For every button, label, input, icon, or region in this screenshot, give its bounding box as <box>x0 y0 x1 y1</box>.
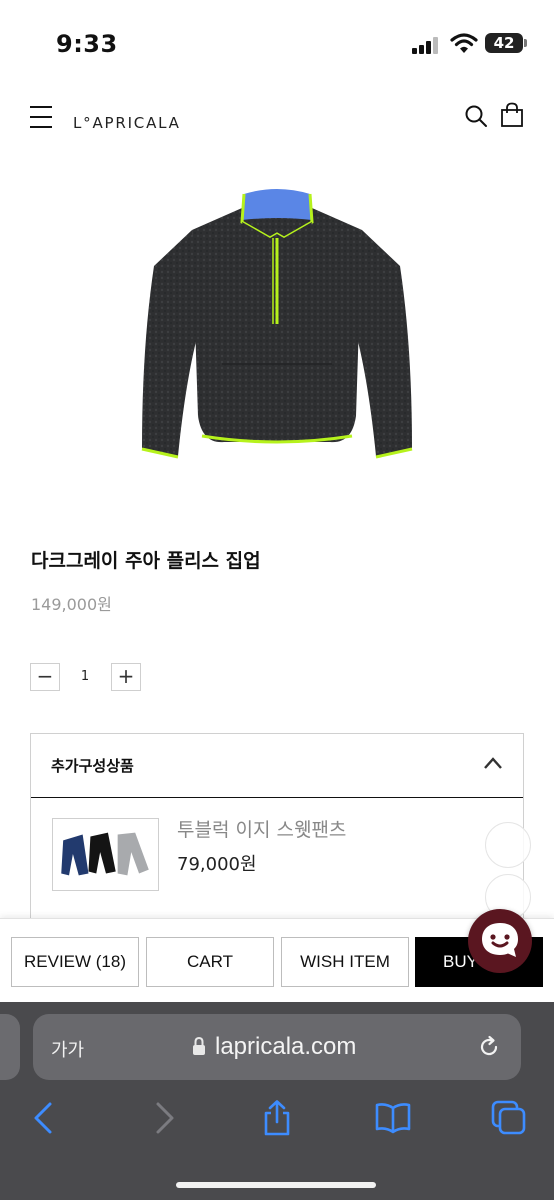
back-arrow-icon[interactable] <box>26 1100 62 1136</box>
shopping-bag-icon[interactable] <box>500 102 524 128</box>
status-bar: 9:33 42 <box>0 0 554 80</box>
bookmarks-icon[interactable] <box>375 1100 411 1136</box>
status-time: 9:33 <box>56 30 118 58</box>
floating-scroll-button[interactable] <box>485 822 531 868</box>
cellular-signal-icon <box>412 36 442 54</box>
tabs-icon[interactable] <box>491 1100 527 1136</box>
hamburger-menu-icon[interactable] <box>30 106 52 128</box>
search-icon[interactable] <box>464 104 488 128</box>
reload-icon[interactable] <box>477 1035 501 1059</box>
previous-tab-preview[interactable] <box>0 1014 20 1080</box>
addon-product-price: 79,000원 <box>177 854 257 875</box>
addon-products-header[interactable]: 추가구성상품 <box>31 734 523 798</box>
battery-cap <box>524 39 527 47</box>
addon-product-item[interactable]: 투블럭 이지 스웻팬츠 79,000원 <box>31 798 523 934</box>
url-text[interactable]: lapricala.com <box>215 1033 356 1061</box>
cart-button[interactable]: CART <box>146 937 274 987</box>
addon-products-panel: 추가구성상품 투블럭 이지 스웻팬츠 79,000원 <box>30 733 524 933</box>
site-header: L°APRICALA <box>0 80 554 160</box>
lock-icon <box>193 1036 205 1055</box>
addon-products-title: 추가구성상품 <box>51 757 134 775</box>
quantity-decrease-button[interactable]: − <box>30 663 60 691</box>
chat-bubble-icon <box>482 923 518 957</box>
wish-item-button[interactable]: WISH ITEM <box>281 937 409 987</box>
product-price: 149,000원 <box>31 595 112 614</box>
browser-toolbar: 가가 lapricala.com <box>0 1002 554 1200</box>
quantity-increase-button[interactable]: + <box>111 663 141 691</box>
addon-product-thumbnail <box>52 818 159 891</box>
brand-logo[interactable]: L°APRICALA <box>73 114 181 132</box>
text-size-button[interactable]: 가가 <box>51 1036 84 1062</box>
addon-product-name: 투블럭 이지 스웻팬츠 <box>177 819 347 841</box>
share-icon[interactable] <box>259 1100 295 1136</box>
quantity-value[interactable]: 1 <box>70 666 100 688</box>
forward-arrow-icon[interactable] <box>146 1100 182 1136</box>
chat-button[interactable] <box>468 909 532 973</box>
product-name: 다크그레이 주아 플리스 집업 <box>31 550 261 572</box>
chevron-up-icon[interactable] <box>483 756 503 770</box>
product-image <box>141 189 413 459</box>
address-bar[interactable]: 가가 lapricala.com <box>33 1014 521 1080</box>
battery-level: 42 <box>485 33 523 53</box>
review-button[interactable]: REVIEW (18) <box>11 937 139 987</box>
wifi-icon <box>450 33 478 53</box>
home-indicator <box>176 1182 376 1188</box>
